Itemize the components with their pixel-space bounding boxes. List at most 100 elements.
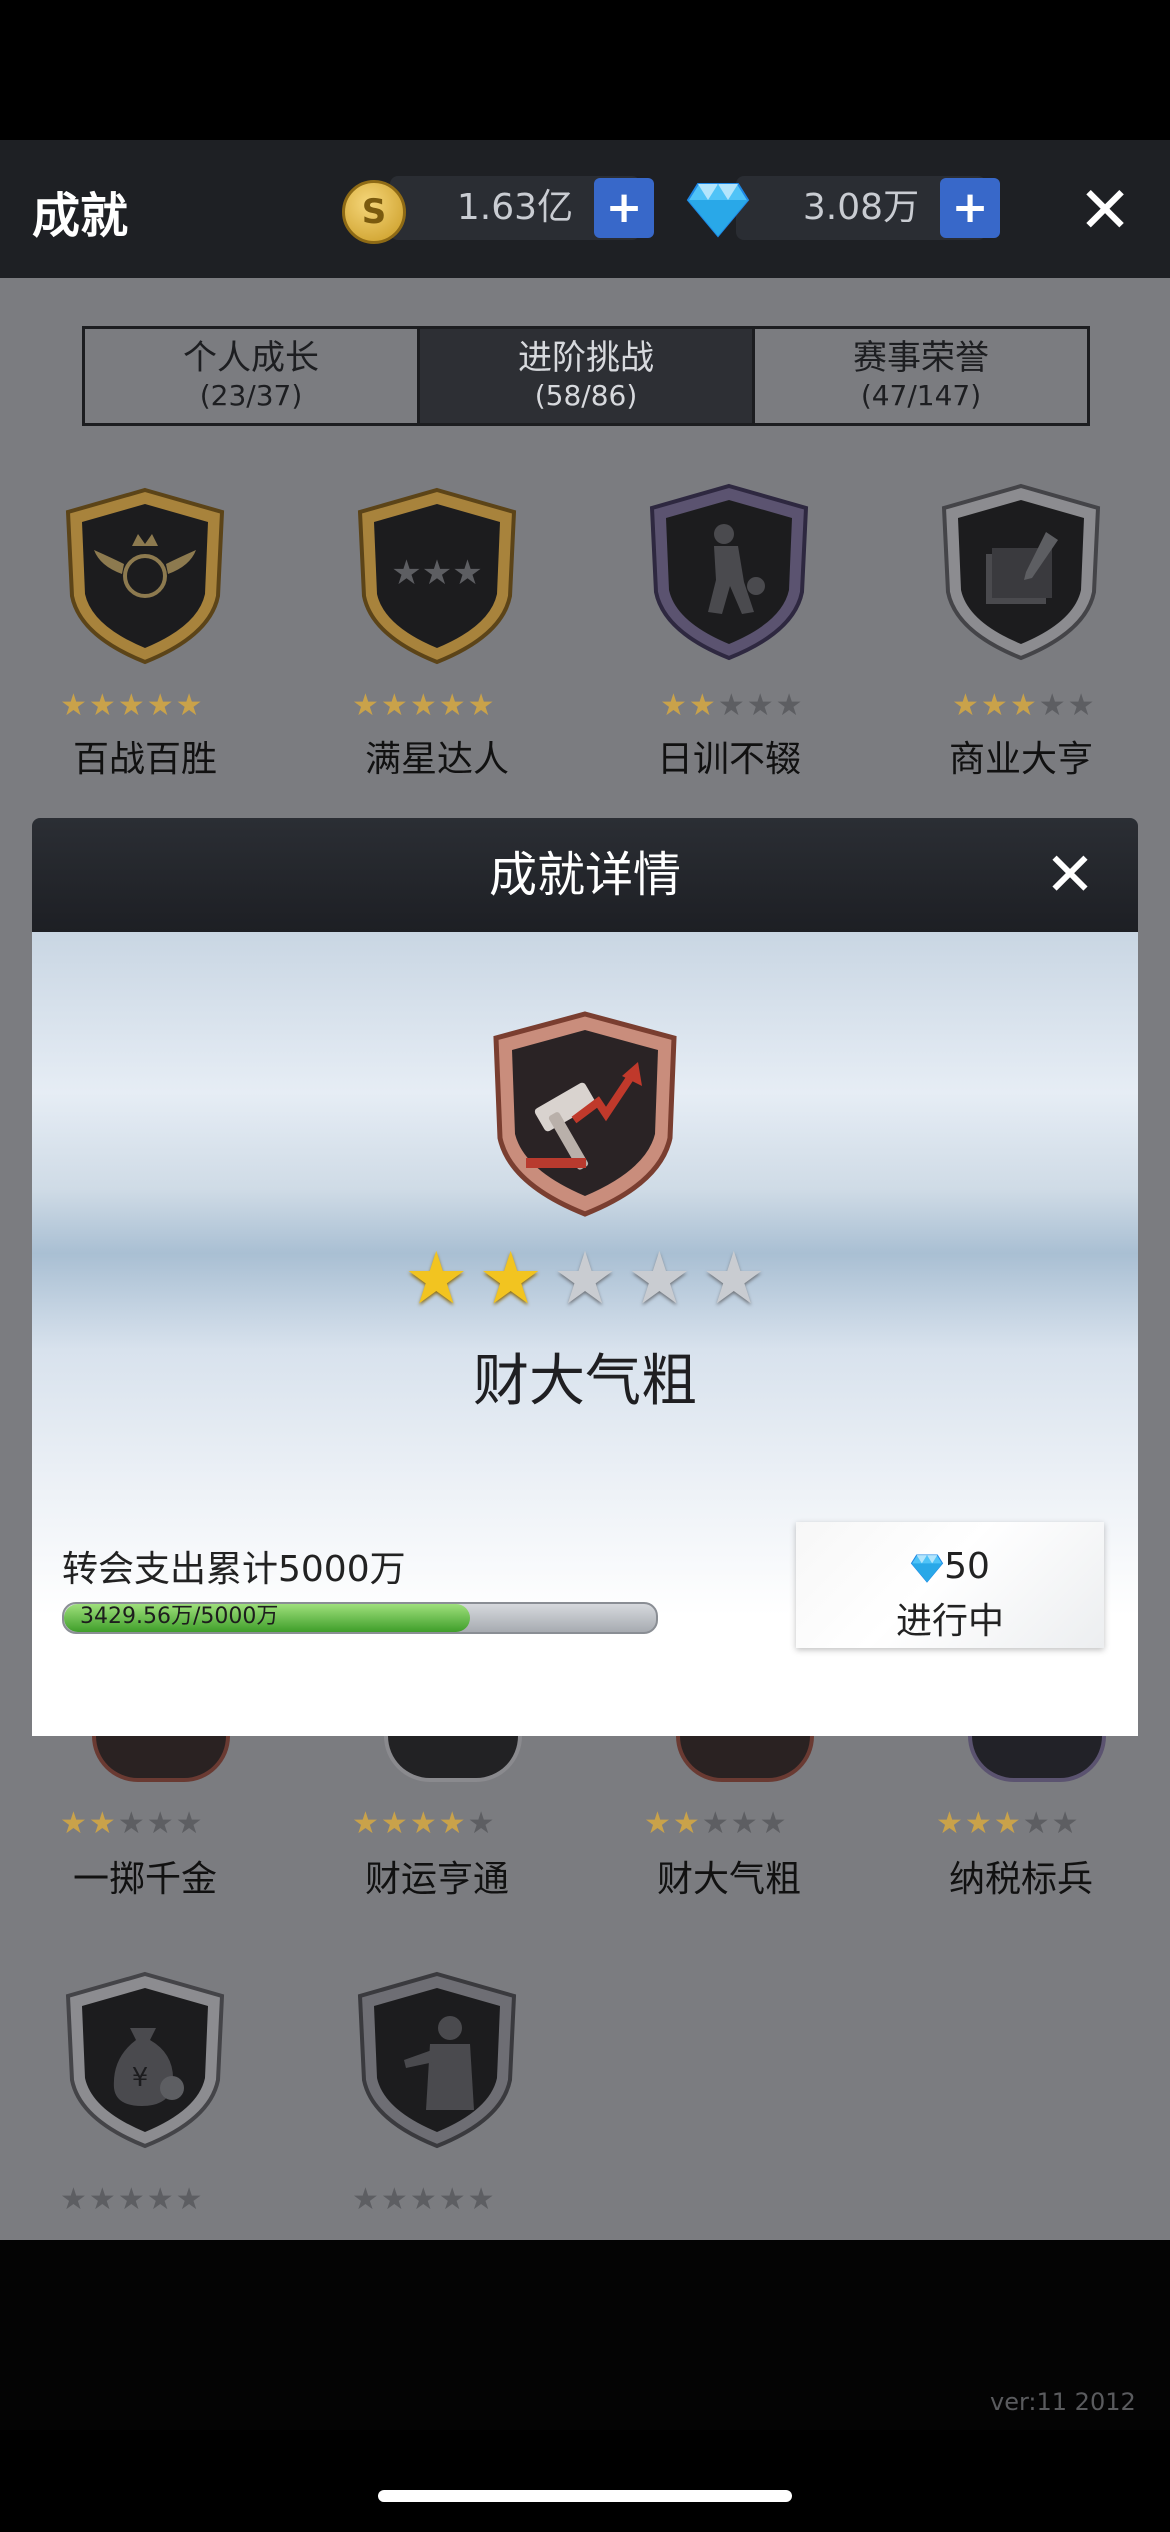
star-empty-icon: ★	[775, 688, 803, 723]
achievement-card[interactable]: ★★★	[352, 486, 522, 670]
businessman-icon	[357, 1971, 517, 2149]
star-empty-icon: ★	[1051, 1806, 1079, 1841]
star-filled-icon: ★	[88, 1806, 116, 1841]
money-bag-icon: ¥	[65, 1971, 225, 2149]
achievement-name: 日训不辍	[656, 739, 801, 780]
star-filled-icon: ★	[660, 688, 687, 723]
star-filled-icon: ★	[688, 688, 716, 723]
achievement-name: 财运亨通	[364, 1859, 509, 1900]
star-filled-icon: ★	[352, 688, 379, 723]
star-empty-icon: ★	[467, 2182, 495, 2217]
star-empty-icon: ★	[746, 688, 774, 723]
tab-label: 进阶挑战	[518, 338, 654, 378]
star-empty-icon: ★	[352, 2182, 379, 2217]
star-rating: ★ ★ ★ ★ ★	[936, 1808, 1079, 1840]
tab-label: 个人成长	[183, 338, 319, 378]
star-rating: ★ ★ ★ ★ ★	[952, 690, 1095, 722]
coin-icon: S	[342, 180, 406, 244]
star-empty-icon: ★	[701, 1236, 766, 1320]
star-empty-icon: ★	[380, 2182, 408, 2217]
star-filled-icon: ★	[952, 688, 979, 723]
tab-event-honors[interactable]: 赛事荣誉 (47/147)	[755, 329, 1087, 423]
star-empty-icon: ★	[701, 1806, 729, 1841]
add-coins-button[interactable]: +	[594, 178, 654, 238]
tab-count: (58/86)	[534, 379, 638, 412]
tab-label: 赛事荣誉	[853, 338, 989, 378]
achievement-tabs: 个人成长 (23/37) 进阶挑战 (58/86) 赛事荣誉 (47/147)	[82, 326, 1090, 426]
star-empty-icon: ★	[1022, 1806, 1050, 1841]
star-empty-icon: ★	[88, 2182, 116, 2217]
achievement-star-rating: ★ ★ ★ ★ ★	[404, 1238, 766, 1318]
star-rating: ★ ★ ★ ★ ★	[352, 1808, 495, 1840]
diamond-icon	[686, 183, 750, 238]
star-empty-icon: ★	[1067, 688, 1095, 723]
star-filled-icon: ★	[175, 688, 203, 723]
achievement-name: 纳税标兵	[948, 1859, 1093, 1900]
star-filled-icon: ★	[88, 688, 116, 723]
star-filled-icon: ★	[672, 1806, 700, 1841]
star-filled-icon: ★	[409, 688, 437, 723]
achievement-card[interactable]	[644, 482, 814, 666]
achievement-name: 满星达人	[364, 739, 509, 780]
star-filled-icon: ★	[404, 1236, 469, 1320]
modal-title: 成就详情	[488, 847, 681, 903]
star-filled-icon: ★	[993, 1806, 1021, 1841]
star-empty-icon: ★	[175, 1806, 203, 1841]
star-filled-icon: ★	[60, 688, 87, 723]
achievement-name: 百战百胜	[72, 739, 217, 780]
dribbling-player-icon	[649, 483, 809, 661]
star-rating: ★ ★ ★ ★ ★	[60, 1808, 203, 1840]
star-filled-icon: ★	[60, 1806, 87, 1841]
tab-count: (23/37)	[199, 379, 303, 412]
tab-count: (47/147)	[860, 379, 982, 412]
star-empty-icon: ★	[146, 1806, 174, 1841]
achievement-name: 商业大亨	[948, 739, 1093, 780]
achievement-card[interactable]: ¥	[60, 1970, 230, 2154]
star-filled-icon: ★	[438, 688, 466, 723]
svg-text:¥: ¥	[132, 2063, 149, 2093]
achievement-card[interactable]	[60, 486, 230, 670]
close-icon[interactable]: ✕	[1070, 176, 1140, 246]
star-empty-icon: ★	[438, 2182, 466, 2217]
star-empty-icon: ★	[409, 2182, 437, 2217]
star-filled-icon: ★	[146, 688, 174, 723]
star-filled-icon: ★	[964, 1806, 992, 1841]
achievement-name: 财大气粗	[656, 1859, 801, 1900]
version-label: ver:11 2012	[990, 2388, 1136, 2416]
star-empty-icon: ★	[717, 688, 745, 723]
diamond-icon	[910, 1554, 944, 1583]
tab-personal-growth[interactable]: 个人成长 (23/37)	[85, 329, 420, 423]
home-indicator[interactable]	[378, 2490, 792, 2502]
achievement-card[interactable]	[352, 1970, 522, 2154]
star-filled-icon: ★	[936, 1806, 963, 1841]
star-empty-icon: ★	[117, 1806, 145, 1841]
reward-amount: 50	[796, 1546, 1104, 1587]
tab-advanced-challenge[interactable]: 进阶挑战 (58/86)	[420, 329, 755, 423]
three-stars-icon: ★★★	[357, 487, 517, 665]
star-filled-icon: ★	[980, 688, 1008, 723]
star-empty-icon: ★	[1038, 688, 1066, 723]
star-filled-icon: ★	[1009, 688, 1037, 723]
achievement-card[interactable]	[936, 482, 1106, 666]
star-empty-icon: ★	[467, 1806, 495, 1841]
star-rating: ★ ★ ★ ★ ★	[660, 690, 803, 722]
star-empty-icon: ★	[117, 2182, 145, 2217]
star-rating: ★ ★ ★ ★ ★	[644, 1808, 787, 1840]
progress-text: 3429.56万/5000万	[80, 1604, 279, 1629]
star-filled-icon: ★	[467, 688, 495, 723]
star-filled-icon: ★	[352, 1806, 379, 1841]
star-filled-icon: ★	[644, 1806, 671, 1841]
add-diamonds-button[interactable]: +	[940, 178, 1000, 238]
star-rating: ★ ★ ★ ★ ★	[352, 690, 495, 722]
star-filled-icon: ★	[380, 1806, 408, 1841]
star-empty-icon: ★	[175, 2182, 203, 2217]
star-empty-icon: ★	[552, 1236, 618, 1320]
achievement-name: 一掷千金	[72, 1859, 217, 1900]
modal-close-icon[interactable]: ✕	[1040, 840, 1100, 910]
star-filled-icon: ★	[380, 688, 408, 723]
star-rating: ★ ★ ★ ★ ★	[60, 690, 203, 722]
winged-basketball-icon	[65, 487, 225, 665]
star-rating: ★ ★ ★ ★ ★	[352, 2184, 495, 2216]
task-description: 转会支出累计5000万	[62, 1549, 406, 1590]
page-title: 成就	[32, 188, 129, 244]
